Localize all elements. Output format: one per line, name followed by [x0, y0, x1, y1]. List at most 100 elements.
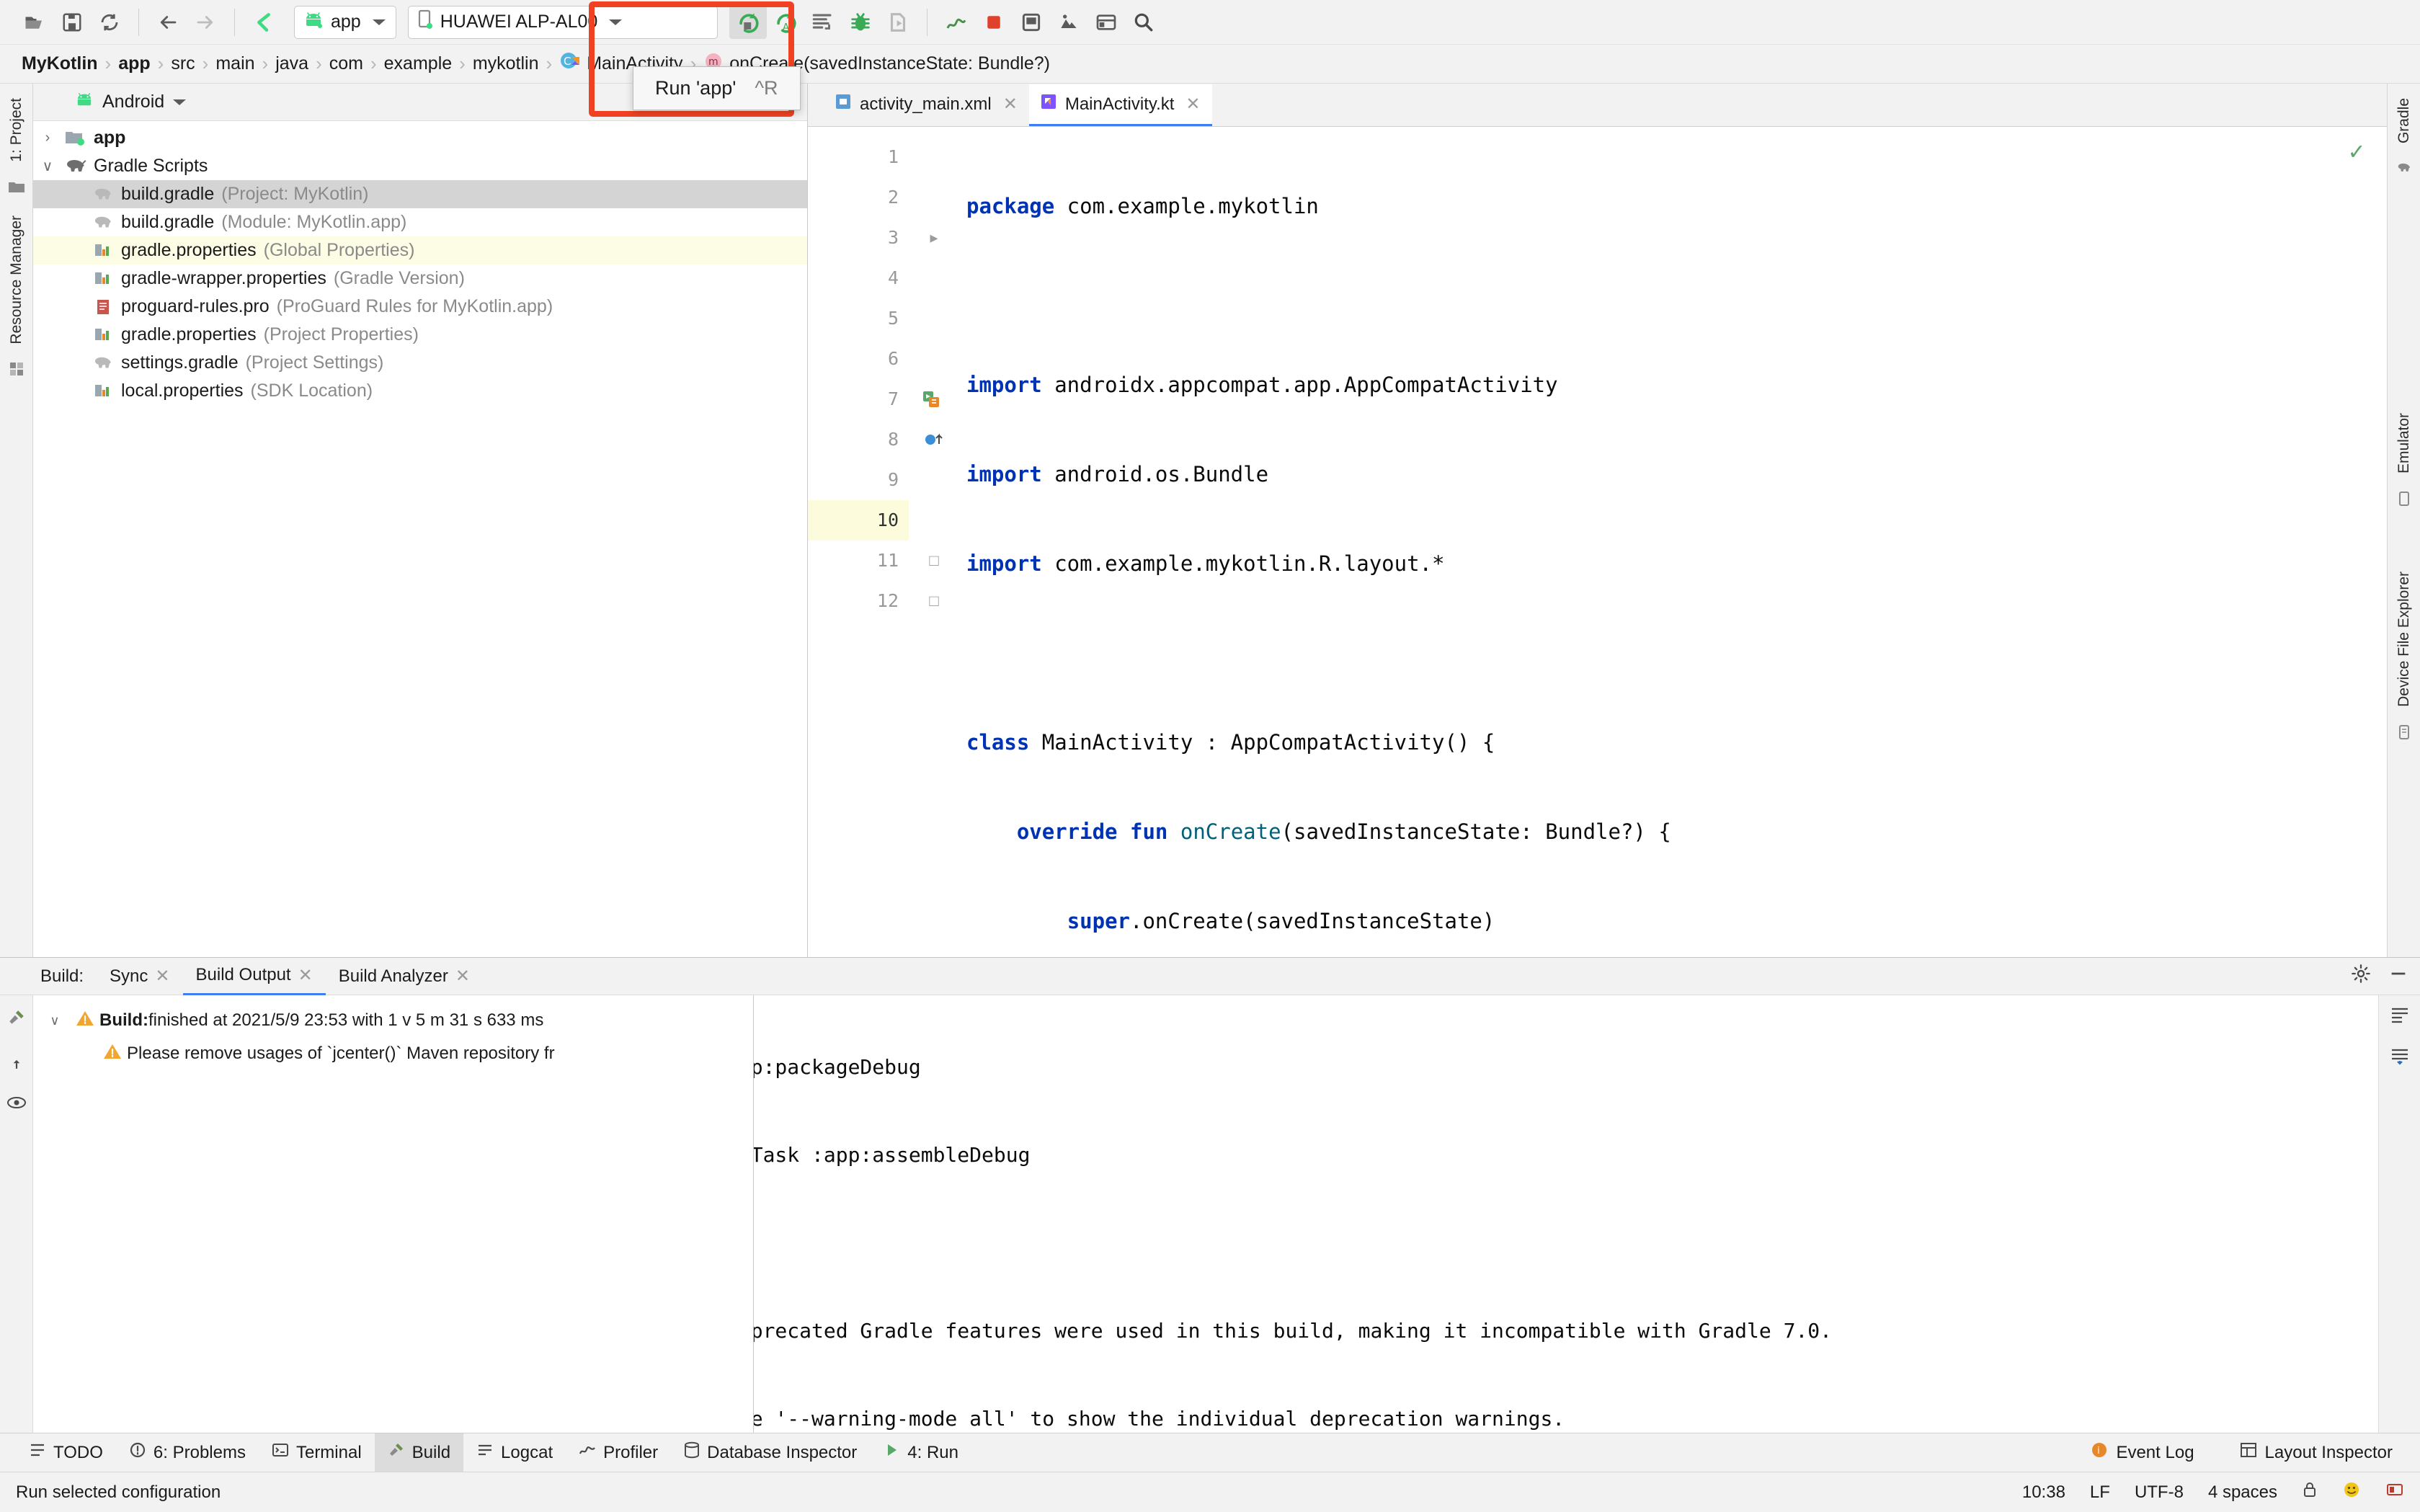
- collapse-arrow-icon[interactable]: ∨: [33, 157, 62, 175]
- search-button[interactable]: [1125, 6, 1162, 39]
- tree-row-gradle-properties-project[interactable]: gradle.properties (Project Properties): [33, 321, 807, 349]
- tree-row-app[interactable]: › app: [33, 124, 807, 152]
- build-tab-build-analyzer[interactable]: Build Analyzer ✕: [326, 958, 483, 995]
- save-all-icon[interactable]: [53, 6, 91, 39]
- avd-manager-button[interactable]: [1013, 6, 1050, 39]
- collapse-arrow-icon[interactable]: ∨: [39, 1013, 71, 1028]
- gear-icon[interactable]: [2351, 964, 2371, 989]
- build-tab-sync[interactable]: Sync ✕: [97, 958, 182, 995]
- inspection-ok-icon[interactable]: ✓: [2349, 137, 2364, 166]
- tool-tab-device-file-explorer[interactable]: Device File Explorer: [2395, 561, 2413, 717]
- breadcrumb-item-6[interactable]: example: [377, 53, 460, 74]
- tool-window-database-inspector[interactable]: Database Inspector: [671, 1433, 870, 1472]
- tool-tab-gradle[interactable]: Gradle: [2395, 88, 2413, 154]
- close-icon[interactable]: ✕: [298, 965, 313, 986]
- close-icon[interactable]: ✕: [1185, 94, 1200, 115]
- pin-icon[interactable]: [7, 1051, 26, 1075]
- override-method-gutter-icon[interactable]: [909, 419, 959, 460]
- tooltip-shortcut: ^R: [755, 77, 778, 99]
- project-tree[interactable]: › app ∨ Gradle Scripts build.gradle (Pro…: [33, 121, 807, 957]
- tool-tab-emulator[interactable]: Emulator: [2395, 403, 2413, 484]
- tree-row-gradle-properties-global[interactable]: gradle.properties (Global Properties): [33, 236, 807, 264]
- sync-project-icon[interactable]: [91, 6, 128, 39]
- indent-setting[interactable]: 4 spaces: [2208, 1482, 2277, 1503]
- debug-button[interactable]: [842, 6, 879, 39]
- tool-window-logcat[interactable]: Logcat: [463, 1433, 566, 1472]
- tree-row-build-gradle-project[interactable]: build.gradle (Project: MyKotlin): [33, 180, 807, 208]
- code-line-4: import android.os.Bundle: [966, 462, 1269, 486]
- breadcrumb-item-0[interactable]: MyKotlin: [14, 53, 105, 74]
- run-with-coverage-button[interactable]: A: [767, 6, 804, 39]
- tool-window-event-log[interactable]: i Event Log: [2077, 1433, 2207, 1472]
- tab-activity-main-xml[interactable]: activity_main.xml ✕: [824, 84, 1029, 126]
- breadcrumb-item-1[interactable]: app: [111, 53, 157, 74]
- minimize-icon[interactable]: [2388, 964, 2408, 989]
- navigate-back-icon[interactable]: [149, 6, 187, 39]
- gradle-sync-icon[interactable]: [245, 6, 283, 39]
- scroll-to-end-icon[interactable]: [2389, 1046, 2411, 1069]
- smiley-icon[interactable]: [2342, 1480, 2361, 1504]
- attach-debugger-button[interactable]: [879, 6, 917, 39]
- tree-row-gradle-scripts[interactable]: ∨ Gradle Scripts: [33, 152, 807, 180]
- lock-icon[interactable]: [2302, 1481, 2318, 1503]
- build-tab-build-output[interactable]: Build Output ✕: [182, 958, 326, 995]
- build-tree-row-finished[interactable]: ∨ Build: finished at 2021/5/9 23:53 with…: [33, 1004, 753, 1037]
- tool-tab-project[interactable]: 1: Project: [8, 88, 25, 172]
- navigate-forward-icon[interactable]: [187, 6, 224, 39]
- module-selector[interactable]: app: [294, 5, 396, 39]
- tab-mainactivity-kt[interactable]: MainActivity.kt ✕: [1028, 84, 1212, 126]
- tree-row-local-properties[interactable]: local.properties (SDK Location): [33, 377, 807, 405]
- warning-icon: [98, 1043, 127, 1065]
- tool-window-problems[interactable]: 6: Problems: [116, 1433, 259, 1472]
- open-project-icon[interactable]: [16, 6, 53, 39]
- tool-window-build[interactable]: Build: [374, 1433, 464, 1472]
- breadcrumb-item-7[interactable]: mykotlin: [466, 53, 546, 74]
- breadcrumb-item-5[interactable]: com: [322, 53, 370, 74]
- breadcrumb-item-4[interactable]: java: [268, 53, 316, 74]
- close-icon[interactable]: ✕: [1003, 94, 1018, 115]
- import-fold-icon[interactable]: ▸: [909, 218, 959, 258]
- project-structure-button[interactable]: [1087, 6, 1125, 39]
- tree-row-gradle-wrapper-properties[interactable]: gradle-wrapper.properties (Gradle Versio…: [33, 264, 807, 293]
- tool-window-layout-inspector[interactable]: Layout Inspector: [2226, 1433, 2406, 1472]
- tool-window-todo[interactable]: TODO: [16, 1433, 116, 1472]
- caret-position[interactable]: 10:38: [2022, 1482, 2065, 1503]
- close-icon[interactable]: ✕: [155, 966, 169, 987]
- tool-window-profiler[interactable]: Profiler: [566, 1433, 671, 1472]
- memory-indicator-icon[interactable]: [2385, 1481, 2404, 1503]
- tool-window-terminal[interactable]: Terminal: [259, 1433, 375, 1472]
- code-content[interactable]: package com.example.mykotlin import andr…: [959, 127, 2387, 957]
- main-toolbar: app HUAWEI ALP-AL00 A: [0, 0, 2420, 45]
- build-tree-row-warning[interactable]: Please remove usages of `jcenter()` Mave…: [33, 1037, 753, 1070]
- eye-icon[interactable]: [6, 1095, 27, 1115]
- line-separator[interactable]: LF: [2090, 1482, 2110, 1503]
- apply-changes-button[interactable]: [804, 6, 842, 39]
- breadcrumb-item-2[interactable]: src: [164, 53, 202, 74]
- device-selector[interactable]: HUAWEI ALP-AL00: [407, 5, 718, 39]
- build-hammer-icon[interactable]: [7, 1008, 26, 1031]
- block-fold-icon-2[interactable]: □: [909, 581, 959, 621]
- build-console[interactable]: app:packageDebug > Task :app:assembleDeb…: [754, 995, 2378, 1433]
- tool-window-run[interactable]: 4: Run: [870, 1433, 971, 1472]
- expand-all-icon[interactable]: [2389, 1005, 2411, 1028]
- breadcrumb-item-3[interactable]: main: [208, 53, 262, 74]
- sdk-manager-button[interactable]: [1050, 6, 1087, 39]
- run-class-gutter-icon[interactable]: [909, 379, 959, 419]
- expand-arrow-icon[interactable]: ›: [33, 130, 62, 146]
- properties-file-icon: [89, 382, 117, 401]
- build-output-tree[interactable]: ∨ Build: finished at 2021/5/9 23:53 with…: [33, 995, 754, 1433]
- tool-tab-resource-manager-label: Resource Manager: [7, 215, 25, 344]
- close-icon[interactable]: ✕: [455, 966, 470, 987]
- tree-row-proguard-rules[interactable]: proguard-rules.pro (ProGuard Rules for M…: [33, 293, 807, 321]
- tree-row-build-gradle-module[interactable]: build.gradle (Module: MyKotlin.app): [33, 208, 807, 236]
- stop-button[interactable]: [975, 6, 1013, 39]
- code-editor[interactable]: 1 2 3 4 5 6 7 8 9 10 11 12 ▸ □ □ package…: [808, 127, 2387, 957]
- tool-tab-resource-manager[interactable]: Resource Manager: [8, 205, 25, 355]
- gutter-markers[interactable]: ▸ □ □: [909, 127, 959, 957]
- run-button[interactable]: [729, 5, 767, 39]
- profile-button[interactable]: [938, 6, 975, 39]
- line-number: 8: [887, 429, 899, 450]
- block-fold-icon[interactable]: □: [909, 541, 959, 581]
- file-encoding[interactable]: UTF-8: [2135, 1482, 2184, 1503]
- tree-row-settings-gradle[interactable]: settings.gradle (Project Settings): [33, 349, 807, 377]
